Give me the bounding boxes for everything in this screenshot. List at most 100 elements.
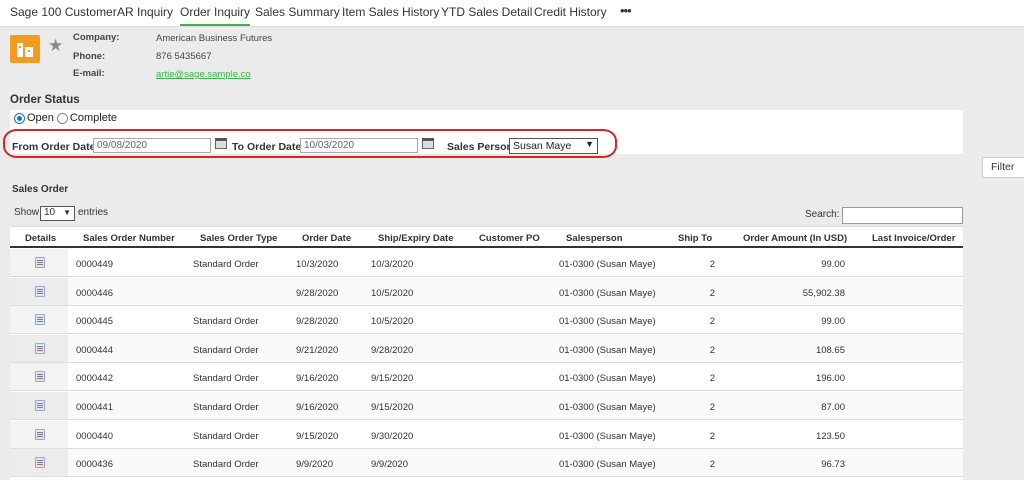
table-row[interactable]: 0000449 Standard Order 10/3/2020 10/3/2020 0…: [10, 249, 963, 277]
column-header-customer-po[interactable]: Customer PO: [479, 233, 540, 244]
order-date-cell: 9/21/2020: [296, 344, 339, 356]
open-radio-label[interactable]: Open: [27, 112, 54, 124]
details-document-icon[interactable]: [35, 257, 45, 268]
table-row[interactable]: 0000440 Standard Order 9/15/2020 9/30/2020 0…: [10, 420, 963, 449]
salesperson-cell: 01-0300 (Susan Maye): [559, 316, 656, 328]
order-amount-cell: 196.00: [815, 373, 845, 385]
details-document-icon[interactable]: [35, 342, 45, 354]
show-label: Show: [14, 207, 40, 218]
column-header-order-amount[interactable]: Order Amount (In USD): [743, 233, 847, 244]
order-type-cell: Standard Order: [193, 344, 259, 356]
salesperson-select[interactable]: Susan Maye ▼: [509, 138, 598, 154]
details-document-icon[interactable]: [35, 457, 45, 469]
table-row[interactable]: 0000442 Standard Order 9/16/2020 9/15/2020 0…: [10, 363, 963, 392]
filter-button[interactable]: Filter: [982, 157, 1024, 178]
details-cell: [10, 449, 68, 477]
ship-to-cell: 2: [709, 259, 715, 270]
more-tabs-icon[interactable]: •••: [620, 0, 632, 26]
column-header-ship-expiry-date[interactable]: Ship/Expiry Date: [378, 233, 454, 244]
email-link[interactable]: artie@sage.sample.co: [156, 69, 251, 80]
order-date-cell: 9/15/2020: [296, 430, 339, 442]
order-number-cell[interactable]: 0000436: [76, 459, 113, 470]
order-amount-cell: 99.00: [821, 316, 845, 328]
order-number-cell[interactable]: 0000449: [76, 259, 113, 270]
order-number-cell[interactable]: 0000445: [76, 316, 113, 327]
table-row[interactable]: 0000445 Standard Order 9/28/2020 10/5/2020 0…: [10, 306, 963, 335]
order-number-cell[interactable]: 0000444: [76, 345, 113, 356]
table-header: Details Sales Order Number Sales Order T…: [10, 226, 963, 248]
details-document-icon[interactable]: [35, 314, 45, 326]
sales-order-table: Details Sales Order Number Sales Order T…: [10, 226, 963, 480]
order-number-cell[interactable]: 0000442: [76, 373, 113, 384]
order-number-cell[interactable]: 0000440: [76, 431, 113, 442]
column-header-sales-order-type[interactable]: Sales Order Type: [200, 233, 277, 244]
details-cell: [10, 277, 68, 305]
phone-value: 876 5435667: [156, 51, 212, 62]
details-document-icon[interactable]: [35, 285, 45, 297]
column-header-order-date[interactable]: Order Date: [302, 233, 351, 244]
from-date-input[interactable]: 09/08/2020: [93, 138, 211, 153]
tab-order-inquiry[interactable]: Order Inquiry: [180, 0, 251, 26]
order-type-cell: Standard Order: [193, 259, 259, 270]
details-cell: [10, 363, 68, 391]
order-type-cell: Standard Order: [193, 316, 259, 328]
order-amount-cell: 96.73: [821, 459, 845, 471]
column-header-salesperson[interactable]: Salesperson: [566, 233, 623, 244]
tab-sage-100-customer[interactable]: Sage 100 Customer: [10, 0, 117, 26]
details-document-icon[interactable]: [35, 371, 45, 383]
order-type-cell: Standard Order: [193, 459, 259, 471]
tab-ar-inquiry[interactable]: AR Inquiry: [117, 0, 173, 26]
ship-to-cell: 2: [709, 316, 715, 328]
to-date-input[interactable]: 10/03/2020: [300, 138, 418, 153]
tab-bar: Sage 100 Customer AR Inquiry Order Inqui…: [0, 0, 1024, 27]
table-row[interactable]: 0000446 9/28/2020 10/5/2020 01-0300 (Susan …: [10, 277, 963, 306]
details-cell: [10, 334, 68, 362]
table-row[interactable]: 0000441 Standard Order 9/16/2020 9/15/2020 0…: [10, 392, 963, 420]
ship-to-cell: 2: [709, 402, 715, 413]
details-cell: [10, 249, 68, 276]
order-date-cell: 10/3/2020: [296, 259, 339, 270]
company-label: Company:: [73, 32, 120, 43]
chevron-down-icon: ▼: [63, 208, 71, 217]
from-date-calendar-icon[interactable]: [215, 138, 227, 149]
salesperson-select-value: Susan Maye: [513, 140, 572, 152]
to-date-calendar-icon[interactable]: [422, 138, 434, 149]
table-row[interactable]: 0000436 Standard Order 9/9/2020 9/9/2020 01-…: [10, 449, 963, 478]
ship-date-cell: 9/9/2020: [371, 459, 408, 471]
column-header-ship-to[interactable]: Ship To: [678, 233, 712, 244]
email-label: E-mail:: [73, 68, 105, 79]
order-number-cell[interactable]: 0000441: [76, 402, 113, 413]
tab-credit-history[interactable]: Credit History: [534, 0, 607, 26]
column-header-details[interactable]: Details: [25, 233, 56, 244]
table-row[interactable]: 0000444 Standard Order 9/21/2020 9/28/2020 0…: [10, 334, 963, 363]
order-amount-cell: 99.00: [821, 259, 845, 270]
column-header-sales-order-number[interactable]: Sales Order Number: [83, 233, 175, 244]
search-label: Search:: [805, 209, 840, 220]
order-date-cell: 9/9/2020: [296, 459, 333, 471]
tab-item-sales-history[interactable]: Item Sales History: [342, 0, 439, 26]
salesperson-cell: 01-0300 (Susan Maye): [559, 259, 656, 270]
ship-date-cell: 10/5/2020: [371, 316, 414, 328]
entries-per-page-value: 10: [44, 207, 56, 218]
order-date-cell: 9/16/2020: [296, 373, 339, 385]
column-header-last-invoice[interactable]: Last Invoice/Order: [872, 233, 955, 244]
ship-date-cell: 9/15/2020: [371, 373, 414, 385]
ship-date-cell: 9/28/2020: [371, 344, 414, 356]
open-radio[interactable]: [14, 112, 25, 124]
favorite-star-icon[interactable]: ★: [48, 37, 63, 54]
tab-sales-summary[interactable]: Sales Summary: [255, 0, 340, 26]
complete-radio-label[interactable]: Complete: [70, 112, 117, 124]
order-type-cell: Standard Order: [193, 430, 259, 442]
details-document-icon[interactable]: [35, 400, 45, 411]
details-document-icon[interactable]: [35, 428, 45, 440]
entries-label: entries: [78, 207, 109, 218]
salesperson-cell: 01-0300 (Susan Maye): [559, 402, 656, 413]
entries-per-page-select[interactable]: 10 ▼: [40, 206, 75, 221]
order-number-cell[interactable]: 0000446: [76, 288, 113, 299]
search-input[interactable]: [842, 207, 963, 224]
ship-to-cell: 2: [709, 287, 715, 299]
complete-radio[interactable]: [56, 112, 68, 124]
salesperson-cell: 01-0300 (Susan Maye): [559, 287, 656, 299]
order-date-cell: 9/28/2020: [296, 316, 339, 328]
tab-ytd-sales-detail[interactable]: YTD Sales Detail: [441, 0, 532, 26]
